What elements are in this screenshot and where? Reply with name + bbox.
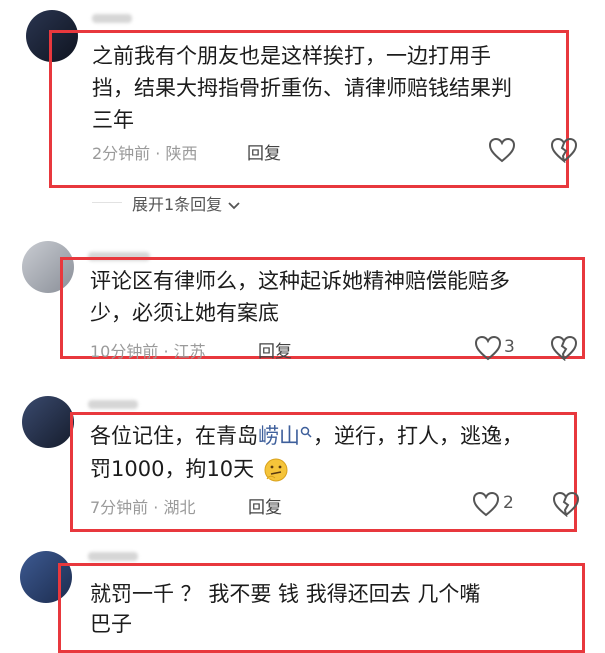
comment-text-segment: 罚1000，拘10天 bbox=[90, 457, 255, 481]
heart-outline-icon[interactable] bbox=[488, 137, 516, 163]
comment-meta: 7分钟前 · 湖北 bbox=[90, 494, 195, 518]
reply-button[interactable]: 回复 bbox=[248, 493, 282, 518]
comment-time: 2分钟前 bbox=[92, 144, 151, 163]
comment-location: 湖北 bbox=[163, 498, 196, 517]
comment-text-line: 罚1000，拘10天 bbox=[90, 453, 289, 486]
heart-outline-icon[interactable] bbox=[472, 491, 500, 517]
comment-text-segment: 各位记住，在青岛 bbox=[90, 424, 258, 448]
expand-label: 展开1条回复 bbox=[132, 195, 223, 214]
comment-time: 10分钟前 bbox=[90, 342, 159, 361]
like-count: 3 bbox=[504, 337, 515, 357]
topic-link[interactable]: 崂山 bbox=[258, 424, 300, 448]
comment-text-line: 就罚一千 ？ 我不要 钱 我得还回去 几个嘴 bbox=[90, 582, 481, 606]
comment-text-line: 巴子 bbox=[90, 612, 132, 636]
thinking-emoji-icon bbox=[264, 458, 288, 482]
broken-heart-icon[interactable] bbox=[550, 137, 578, 163]
separator: · bbox=[153, 498, 159, 517]
chevron-down-icon bbox=[228, 201, 240, 209]
expand-replies-button[interactable]: 展开1条回复 bbox=[132, 191, 241, 215]
broken-heart-icon[interactable] bbox=[552, 491, 580, 517]
avatar[interactable] bbox=[22, 396, 74, 448]
reply-button[interactable]: 回复 bbox=[258, 337, 292, 362]
comment-text-line: 三年 bbox=[92, 108, 134, 132]
comment-text-line: 之前我有个朋友也是这样挨打，一边打用手 bbox=[92, 44, 491, 68]
comment-text-line: 挡，结果大拇指骨折重伤、请律师赔钱结果判 bbox=[92, 76, 512, 100]
comment-location: 陕西 bbox=[165, 144, 198, 163]
search-icon[interactable] bbox=[300, 426, 313, 439]
broken-heart-icon[interactable] bbox=[550, 335, 578, 361]
comment-time: 7分钟前 bbox=[90, 498, 149, 517]
like-count: 2 bbox=[503, 493, 514, 513]
comment-meta: 10分钟前 · 江苏 bbox=[90, 338, 206, 362]
comment-text-segment: ，逆行，打人，逃逸， bbox=[313, 424, 523, 448]
comment-meta: 2分钟前 · 陕西 bbox=[92, 140, 197, 164]
separator: · bbox=[163, 342, 169, 361]
separator: · bbox=[155, 144, 161, 163]
username-blurred[interactable] bbox=[92, 14, 132, 23]
reply-button[interactable]: 回复 bbox=[247, 139, 281, 164]
username-blurred[interactable] bbox=[88, 400, 138, 409]
divider bbox=[92, 202, 122, 203]
heart-outline-icon[interactable] bbox=[474, 335, 502, 361]
comment-text-line: 评论区有律师么，这种起诉她精神赔偿能赔多 bbox=[90, 269, 510, 293]
comment-location: 江苏 bbox=[173, 342, 206, 361]
username-blurred[interactable] bbox=[88, 552, 138, 561]
comment-text-line: 少，必须让她有案底 bbox=[90, 301, 279, 325]
comment-text-line: 各位记住，在青岛崂山 ，逆行，打人，逃逸， bbox=[90, 420, 523, 453]
